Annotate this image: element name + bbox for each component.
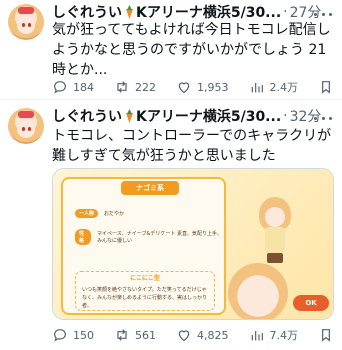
tweet-header: しぐれうい Kアリーナ横浜5/30... · 32分	[52, 106, 321, 126]
box-text: いつも笑顔を絶やさないタイプ。ただ笑ってるだけじゃなく、みんなが楽しめるように行…	[82, 287, 208, 309]
avatar-eye	[28, 127, 31, 131]
heart-icon	[178, 330, 190, 342]
tweet-actions: 150 561 4,825 7.4万	[52, 326, 334, 344]
row-tag: 性格	[75, 229, 92, 245]
box-title: にこにこ型	[130, 275, 160, 282]
retweet-count: 222	[135, 80, 156, 94]
separator-dot: ·	[283, 4, 288, 20]
views-button[interactable]: 7.4万	[249, 327, 299, 343]
views-count: 7.4万	[269, 329, 299, 342]
bookmark-icon	[322, 329, 330, 342]
views-chart-icon	[251, 83, 263, 93]
avatar-eye	[22, 23, 25, 27]
panel-ribbon: ナゴミ系	[121, 181, 179, 195]
character-legs	[267, 253, 283, 263]
display-name[interactable]: しぐれうい	[52, 106, 122, 126]
row-value: おだやか	[104, 211, 125, 217]
retweet-button[interactable]: 561	[114, 327, 156, 343]
display-name-suffix[interactable]: Kアリーナ横浜5/30...	[136, 106, 281, 126]
display-name-suffix[interactable]: Kアリーナ横浜5/30...	[136, 2, 281, 22]
avatar-eye	[22, 127, 25, 131]
avatar-face	[17, 16, 35, 34]
reply-icon	[54, 329, 66, 342]
reply-icon	[54, 81, 66, 94]
character-face	[265, 207, 285, 227]
bookmark-button[interactable]	[318, 79, 334, 95]
character-portrait	[228, 263, 288, 319]
tweet-header: しぐれうい Kアリーナ横浜5/30... · 27分	[52, 2, 321, 22]
personality-box: にこにこ型 いつも笑顔を絶やさないタイプ。ただ笑ってるだけじゃなく、みんなが楽し…	[75, 271, 215, 311]
profile-panel: ナゴミ系 一人称 おだやか 性格 マイペース、ナイーブ&デリケート 素直、気配り…	[61, 177, 226, 315]
avatar-bow	[18, 7, 34, 14]
views-button[interactable]: 2.4万	[249, 79, 299, 95]
reply-count: 150	[73, 328, 94, 342]
retweet-button[interactable]: 222	[114, 79, 156, 95]
retweet-icon	[117, 81, 127, 93]
like-button[interactable]: 1,953	[176, 79, 229, 95]
tweet-actions: 184 222 1,953 2.4万	[52, 78, 334, 96]
avatar-face	[17, 120, 35, 138]
row-value: マイペース、ナイーブ&デリケート 素直、気配り上手、みんなに優しい	[97, 231, 222, 244]
character-body	[265, 227, 285, 253]
views-chart-icon	[251, 331, 263, 341]
panel-row: 一人称 おだやか	[75, 209, 124, 218]
display-name[interactable]: しぐれうい	[52, 2, 122, 22]
retweet-icon	[117, 329, 127, 341]
row-tag: 一人称	[75, 209, 99, 218]
reply-button[interactable]: 184	[52, 79, 94, 95]
ok-button: OK	[293, 295, 329, 311]
heart-icon	[178, 82, 190, 94]
panel-row: 性格 マイペース、ナイーブ&デリケート 素直、気配り上手、みんなに優しい	[75, 229, 225, 245]
like-count: 1,953	[197, 80, 229, 94]
character-figure	[253, 197, 297, 263]
bookmark-button[interactable]	[318, 327, 334, 343]
reply-count: 184	[73, 80, 94, 94]
retweet-count: 561	[135, 328, 156, 342]
views-count: 2.4万	[269, 81, 299, 94]
tweet[interactable]: しぐれうい Kアリーナ横浜5/30... · 27分 気が狂っててもよければ今日…	[0, 0, 342, 100]
like-count: 4,825	[197, 328, 229, 342]
carrot-icon	[126, 5, 133, 19]
avatar[interactable]	[8, 4, 44, 40]
carrot-icon	[126, 109, 133, 123]
attached-image[interactable]: ナゴミ系 一人称 おだやか 性格 マイペース、ナイーブ&デリケート 素直、気配り…	[52, 168, 334, 320]
like-button[interactable]: 4,825	[176, 327, 229, 343]
avatar-bow	[18, 111, 34, 118]
separator-dot: ·	[283, 108, 288, 124]
tweet[interactable]: しぐれうい Kアリーナ横浜5/30... · 32分 トモコレ、コントローラーで…	[0, 100, 342, 350]
more-options-icon[interactable]	[314, 7, 332, 21]
tweet-text: トモコレ、コントローラーでのキャラクリが難しすぎて気が狂うかと思いました	[52, 128, 332, 164]
bookmark-icon	[322, 81, 330, 94]
tweet-text: 気が狂っててもよければ今日トモコレ配信しようかなと思うのですがいかがでしょう 2…	[52, 22, 331, 78]
reply-button[interactable]: 150	[52, 327, 94, 343]
avatar[interactable]	[8, 108, 44, 144]
avatar-eye	[28, 23, 31, 27]
more-options-icon[interactable]	[314, 111, 332, 125]
